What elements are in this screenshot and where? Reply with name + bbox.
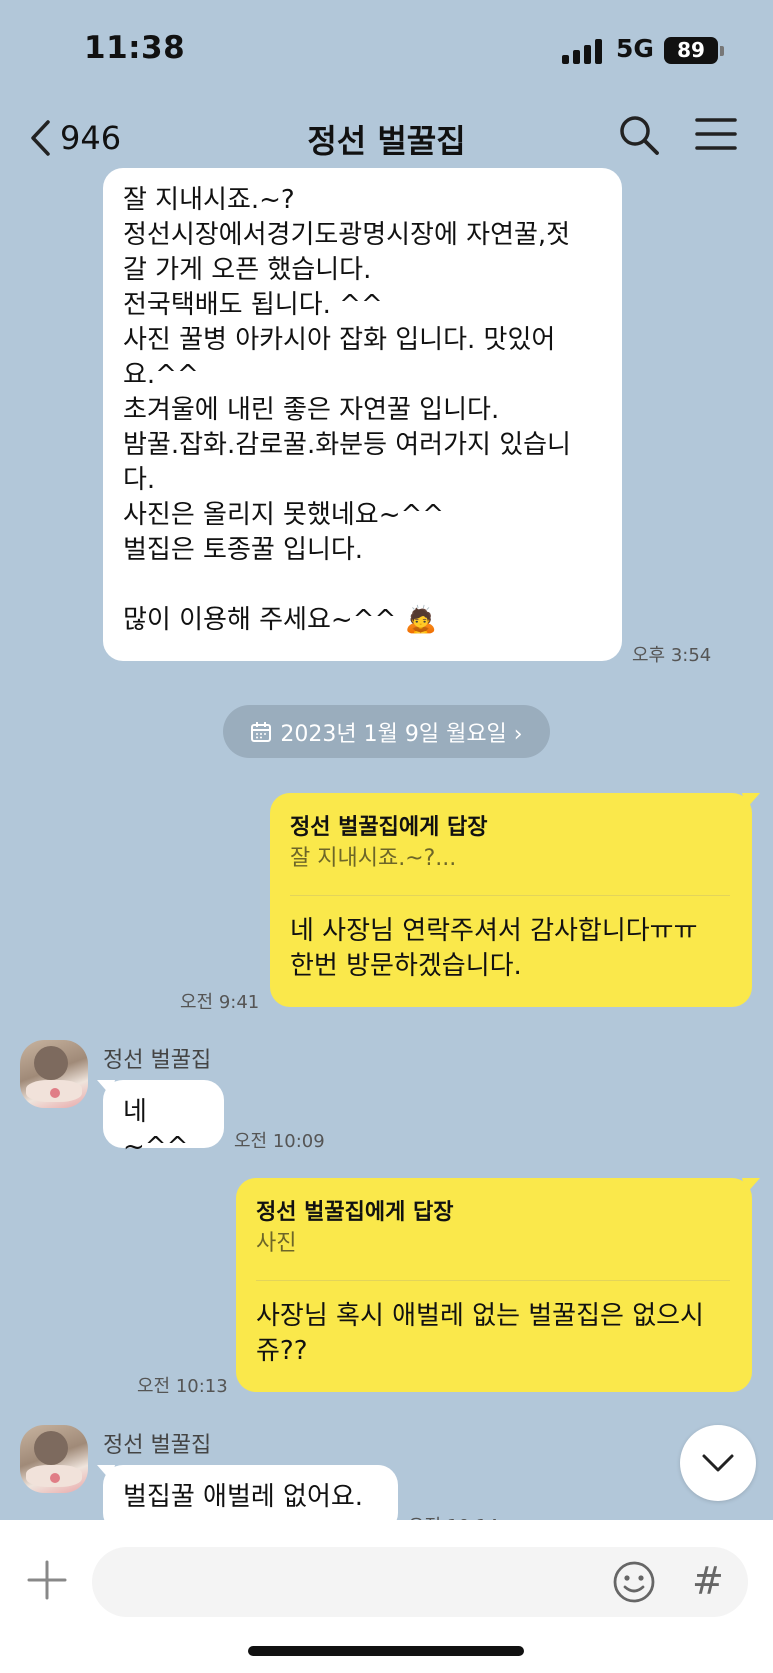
message-time: 오전 10:09: [234, 1131, 325, 1152]
message-line: 갈 가게 오픈 했습니다.: [123, 255, 372, 285]
calendar-icon: [251, 721, 272, 742]
message-line: [123, 568, 600, 603]
reply-divider: [290, 895, 730, 896]
battery-tip: [720, 46, 724, 56]
message-input-box: #: [92, 1547, 748, 1617]
status-time: 11:38: [84, 30, 186, 66]
message-bubble-outgoing[interactable]: 정선 벌꿀집에게 답장 사진 사장님 혹시 애벌레 없는 벌꿀집은 없으시 쥬?…: [236, 1178, 752, 1392]
status-bar: 11:38 5G 89: [0, 0, 773, 100]
avatar[interactable]: [20, 1040, 88, 1108]
date-divider[interactable]: 2023년 1월 9일 월요일 ›: [223, 705, 550, 758]
bubble-tail: [742, 1178, 760, 1194]
date-divider-label: 2023년 1월 9일 월요일 ›: [280, 721, 523, 747]
message-line: 정선시장에서경기도광명시장에 자연꿀,젓: [123, 220, 571, 250]
message-line: 사진은 올리지 못했네요~^^: [123, 500, 445, 530]
menu-icon[interactable]: [695, 116, 737, 152]
chat-header: 946 정선 벌꿀집: [0, 100, 773, 176]
message-line: 쥬??: [256, 1336, 308, 1366]
message-line: 한번 방문하겠습니다.: [290, 951, 522, 981]
message-line: 많이 이용해 주세요~^^ 🙇: [123, 605, 437, 635]
message-line: 요.^^: [123, 360, 199, 390]
network-type: 5G: [616, 34, 654, 63]
message-line: 밤꿀.잡화.감로꿀.화분등 여러가지 있습니: [123, 430, 571, 460]
message-bubble-outgoing[interactable]: 정선 벌꿀집에게 답장 잘 지내시죠.~?... 네 사장님 연락주셔서 감사합…: [270, 793, 752, 1007]
message-line: 전국택배도 됩니다. ^^: [123, 290, 383, 320]
search-icon[interactable]: [618, 114, 660, 156]
bubble-tail: [742, 793, 760, 809]
reply-quote-text: 사진: [256, 1231, 297, 1256]
message-line: 벌집은 토종꿀 입니다.: [123, 535, 364, 565]
message-text: 벌집꿀 애벌레 없어요.: [123, 1482, 364, 1512]
avatar[interactable]: [20, 1425, 88, 1493]
sender-name: 정선 벌꿀집: [103, 1048, 212, 1073]
message-time: 오전 9:41: [180, 992, 260, 1013]
message-text: 네~^^: [123, 1097, 189, 1162]
message-line: 사진 꿀병 아카시아 잡화 입니다. 맛있어: [123, 325, 556, 355]
sender-name: 정선 벌꿀집: [103, 1433, 212, 1458]
message-bubble-incoming[interactable]: 잘 지내시죠.~? 정선시장에서경기도광명시장에 자연꿀,젓 갈 가게 오픈 했…: [103, 168, 622, 661]
message-line: 초겨울에 내린 좋은 자연꿀 입니다.: [123, 395, 500, 425]
message-line: 다.: [123, 465, 156, 495]
message-time: 오전 10:13: [137, 1376, 228, 1397]
battery-icon: 89: [664, 37, 718, 64]
message-bubble-incoming[interactable]: 네~^^: [103, 1080, 224, 1162]
hashtag-search-button[interactable]: #: [692, 1559, 724, 1603]
cellular-signal-icon: [562, 38, 606, 64]
chevron-down-icon: [702, 1454, 734, 1472]
plus-icon[interactable]: [27, 1560, 67, 1600]
message-time: 오후 3:54: [632, 645, 712, 666]
message-text: 잘 지내시죠.~? 정선시장에서경기도광명시장에 자연꿀,젓 갈 가게 오픈 했…: [123, 183, 600, 638]
message-line: 잘 지내시죠.~?: [123, 185, 295, 215]
emoji-icon[interactable]: [612, 1560, 656, 1604]
reply-quote-title: 정선 벌꿀집에게 답장: [290, 815, 488, 840]
home-indicator: [248, 1646, 524, 1656]
scroll-to-bottom-button[interactable]: [680, 1425, 756, 1501]
reply-quote-title: 정선 벌꿀집에게 답장: [256, 1200, 454, 1225]
reply-divider: [256, 1280, 730, 1281]
message-line: 사장님 혹시 애벌레 없는 벌꿀집은 없으시: [256, 1301, 704, 1331]
message-line: 네 사장님 연락주셔서 감사합니다ㅠㅠ: [290, 916, 698, 946]
message-input[interactable]: [116, 1565, 596, 1599]
reply-quote-text: 잘 지내시죠.~?...: [290, 846, 457, 871]
